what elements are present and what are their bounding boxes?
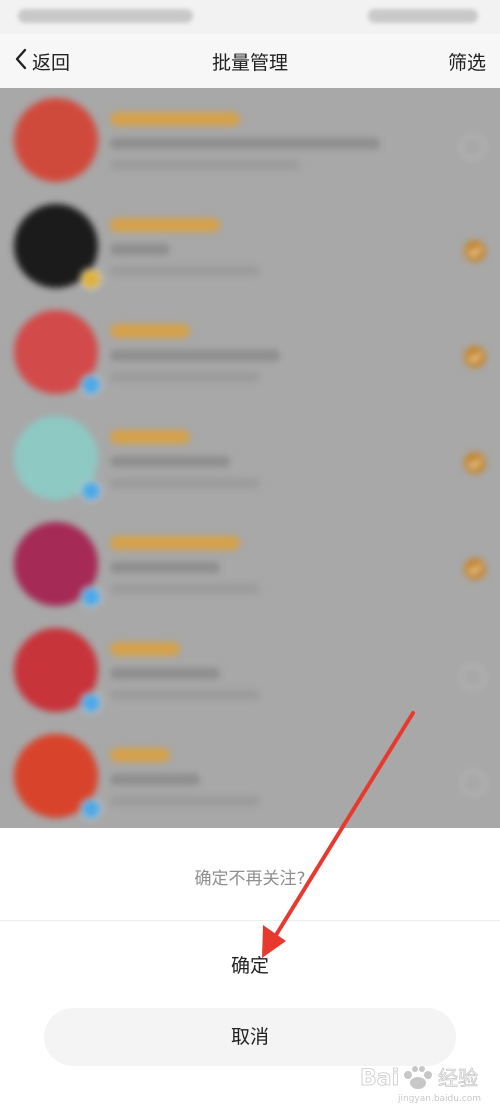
list-item[interactable] bbox=[0, 194, 500, 300]
status-bar-indicators bbox=[368, 9, 478, 23]
list-item-description bbox=[110, 668, 220, 679]
list-item-meta bbox=[110, 160, 300, 170]
checkbox-unchecked-icon[interactable] bbox=[460, 770, 486, 796]
list-item-meta bbox=[110, 478, 260, 488]
sheet-title: 确定不再关注? bbox=[194, 869, 306, 889]
list-item-description bbox=[110, 244, 170, 255]
avatar bbox=[14, 98, 98, 182]
list-item[interactable] bbox=[0, 88, 500, 194]
follow-list bbox=[0, 88, 500, 828]
navigation-bar: 返回 批量管理 筛选 bbox=[0, 34, 500, 88]
checkbox-checked-icon[interactable] bbox=[464, 346, 486, 368]
list-item-name bbox=[110, 430, 190, 444]
list-item-meta bbox=[110, 690, 260, 700]
page-title: 批量管理 bbox=[211, 52, 288, 74]
list-item-description bbox=[110, 562, 220, 573]
verified-badge-icon bbox=[80, 480, 102, 502]
list-item-meta bbox=[110, 266, 260, 276]
follow-list-content bbox=[0, 88, 500, 828]
verified-badge-icon bbox=[80, 586, 102, 608]
list-item-meta bbox=[110, 796, 260, 806]
checkbox-unchecked-icon[interactable] bbox=[460, 134, 486, 160]
list-item-name bbox=[110, 218, 220, 232]
list-item-meta bbox=[110, 584, 260, 594]
confirm-button[interactable]: 确定 bbox=[0, 942, 500, 990]
list-item-name bbox=[110, 536, 240, 550]
sheet-divider bbox=[0, 920, 500, 921]
list-item-name bbox=[110, 748, 170, 762]
list-item[interactable] bbox=[0, 724, 500, 828]
verified-badge-icon bbox=[80, 798, 102, 820]
status-bar bbox=[0, 0, 500, 34]
verified-badge-icon bbox=[80, 692, 102, 714]
list-item[interactable] bbox=[0, 300, 500, 406]
list-item-name bbox=[110, 642, 180, 656]
list-item-name bbox=[110, 112, 240, 126]
list-item-description bbox=[110, 456, 230, 467]
svg-text:经验: 经验 bbox=[438, 1066, 478, 1090]
checkbox-checked-icon[interactable] bbox=[464, 558, 486, 580]
list-item-description bbox=[110, 138, 380, 149]
list-item-name bbox=[110, 324, 190, 338]
svg-text:jingyan.baidu.com: jingyan.baidu.com bbox=[397, 1094, 481, 1104]
list-item[interactable] bbox=[0, 618, 500, 724]
list-item[interactable] bbox=[0, 406, 500, 512]
checkbox-checked-icon[interactable] bbox=[464, 240, 486, 262]
status-bar-carrier bbox=[18, 9, 193, 23]
verified-badge-icon bbox=[80, 374, 102, 396]
baidu-watermark-logo: Bai 经验 jingyan.baidu.com bbox=[360, 1066, 481, 1104]
checkbox-unchecked-icon[interactable] bbox=[460, 664, 486, 690]
filter-button[interactable]: 筛选 bbox=[448, 48, 486, 75]
list-item-description bbox=[110, 350, 280, 361]
checkbox-checked-icon[interactable] bbox=[464, 452, 486, 474]
list-item-description bbox=[110, 774, 200, 785]
verified-badge-icon bbox=[80, 268, 102, 290]
list-item[interactable] bbox=[0, 512, 500, 618]
svg-text:Bai: Bai bbox=[360, 1066, 399, 1091]
list-item-meta bbox=[110, 372, 260, 382]
